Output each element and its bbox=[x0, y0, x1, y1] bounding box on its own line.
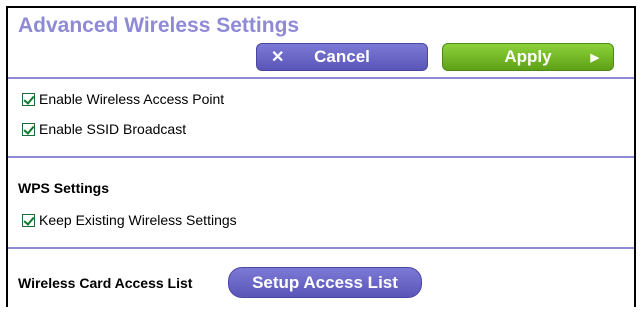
apply-button-label: Apply bbox=[504, 47, 552, 66]
enable-ap-checkbox[interactable] bbox=[22, 92, 35, 106]
enable-ap-label: Enable Wireless Access Point bbox=[39, 91, 225, 107]
access-list-label: Wireless Card Access List bbox=[18, 275, 193, 291]
enable-ssid-label: Enable SSID Broadcast bbox=[39, 121, 187, 137]
divider bbox=[8, 247, 634, 249]
setup-access-list-button[interactable]: Setup Access List bbox=[228, 267, 422, 298]
enable-ap-row: Enable Wireless Access Point bbox=[22, 91, 224, 107]
apply-button[interactable]: Apply ▶ bbox=[442, 43, 614, 71]
keep-existing-label: Keep Existing Wireless Settings bbox=[39, 212, 237, 228]
cancel-button-label: Cancel bbox=[314, 47, 370, 66]
wps-heading: WPS Settings bbox=[18, 180, 110, 196]
divider bbox=[8, 156, 634, 158]
close-icon: ✕ bbox=[271, 49, 285, 66]
divider bbox=[8, 77, 634, 79]
setup-access-list-label: Setup Access List bbox=[252, 272, 398, 292]
arrow-right-icon: ▶ bbox=[590, 51, 599, 64]
page-title: Advanced Wireless Settings bbox=[18, 14, 300, 37]
enable-ssid-row: Enable SSID Broadcast bbox=[22, 121, 186, 137]
cancel-button[interactable]: ✕ Cancel bbox=[256, 43, 428, 71]
keep-existing-checkbox[interactable] bbox=[22, 213, 35, 227]
enable-ssid-checkbox[interactable] bbox=[22, 122, 35, 136]
keep-existing-row: Keep Existing Wireless Settings bbox=[22, 212, 237, 228]
